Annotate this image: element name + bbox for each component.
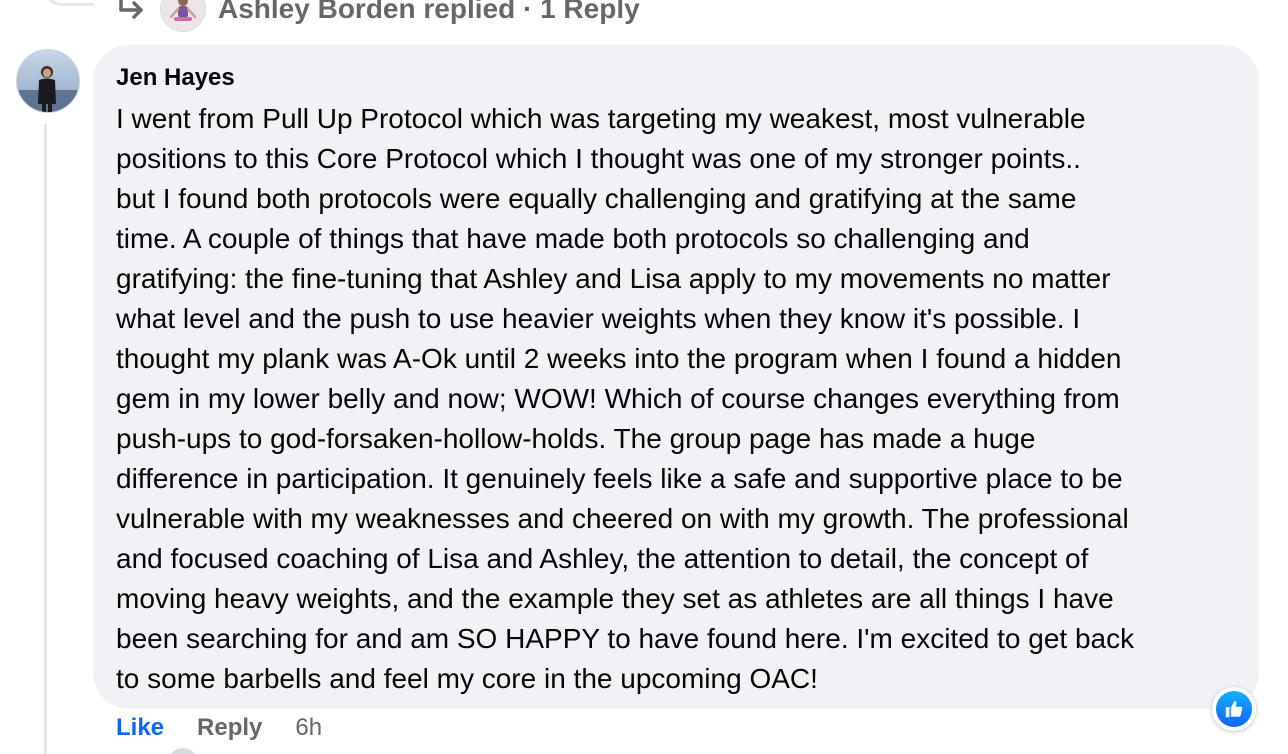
comment-timestamp[interactable]: 6h bbox=[295, 714, 322, 742]
thread-connector-line bbox=[44, 124, 47, 754]
reply-button[interactable]: Reply bbox=[197, 714, 262, 742]
reply-arrow-icon bbox=[116, 0, 148, 25]
comment-body-line: but I found both protocols were equally … bbox=[116, 183, 1077, 214]
comment-body-line: I went from Pull Up Protocol which was t… bbox=[116, 103, 1086, 134]
comment-body-line: difference in participation. It genuinel… bbox=[116, 463, 1123, 494]
comment-body-line: been searching for and am SO HAPPY to ha… bbox=[116, 623, 1135, 654]
like-reaction-icon bbox=[1216, 691, 1252, 727]
comment-body: I went from Pull Up Protocol which was t… bbox=[116, 99, 1237, 699]
jen-hayes-avatar[interactable] bbox=[16, 49, 80, 113]
comment-body-line: vulnerable with my weaknesses and cheere… bbox=[116, 503, 1129, 534]
comment-body-line: moving heavy weights, and the example th… bbox=[116, 583, 1114, 614]
comment-body-line: push-ups to god-forsaken-hollow-holds. T… bbox=[116, 423, 1036, 454]
previous-reply-summary[interactable]: Ashley Borden replied · 1 Reply bbox=[116, 0, 640, 32]
reaction-count-badge[interactable] bbox=[1212, 687, 1256, 731]
comment-body-line: to some barbells and feel my core in the… bbox=[116, 663, 818, 694]
previous-reply-text: Ashley Borden replied · 1 Reply bbox=[218, 0, 640, 24]
comment-actions: Like Reply 6h bbox=[116, 710, 322, 746]
comment-body-line: and focused coaching of Lisa and Ashley,… bbox=[116, 543, 1089, 574]
thread-connector-top bbox=[44, 0, 94, 6]
ashley-borden-avatar[interactable] bbox=[160, 0, 206, 32]
comment-body-line: what level and the push to use heavier w… bbox=[116, 303, 1081, 334]
comment-body-line: time. A couple of things that have made … bbox=[116, 223, 1030, 254]
comment-author-name[interactable]: Jen Hayes bbox=[116, 63, 1237, 93]
comment-body-line: positions to this Core Protocol which I … bbox=[116, 143, 1081, 174]
comment-thread: Ashley Borden replied · 1 Reply Jen Haye… bbox=[0, 0, 1288, 754]
like-button[interactable]: Like bbox=[116, 714, 164, 742]
comment-body-line: gem in my lower belly and now; WOW! Whic… bbox=[116, 383, 1120, 414]
comment-bubble: Jen Hayes I went from Pull Up Protocol w… bbox=[93, 45, 1259, 709]
comment-body-line: gratifying: the fine-tuning that Ashley … bbox=[116, 263, 1111, 294]
comment-body-line: thought my plank was A-Ok until 2 weeks … bbox=[116, 343, 1122, 374]
next-reply-avatar bbox=[168, 748, 198, 754]
